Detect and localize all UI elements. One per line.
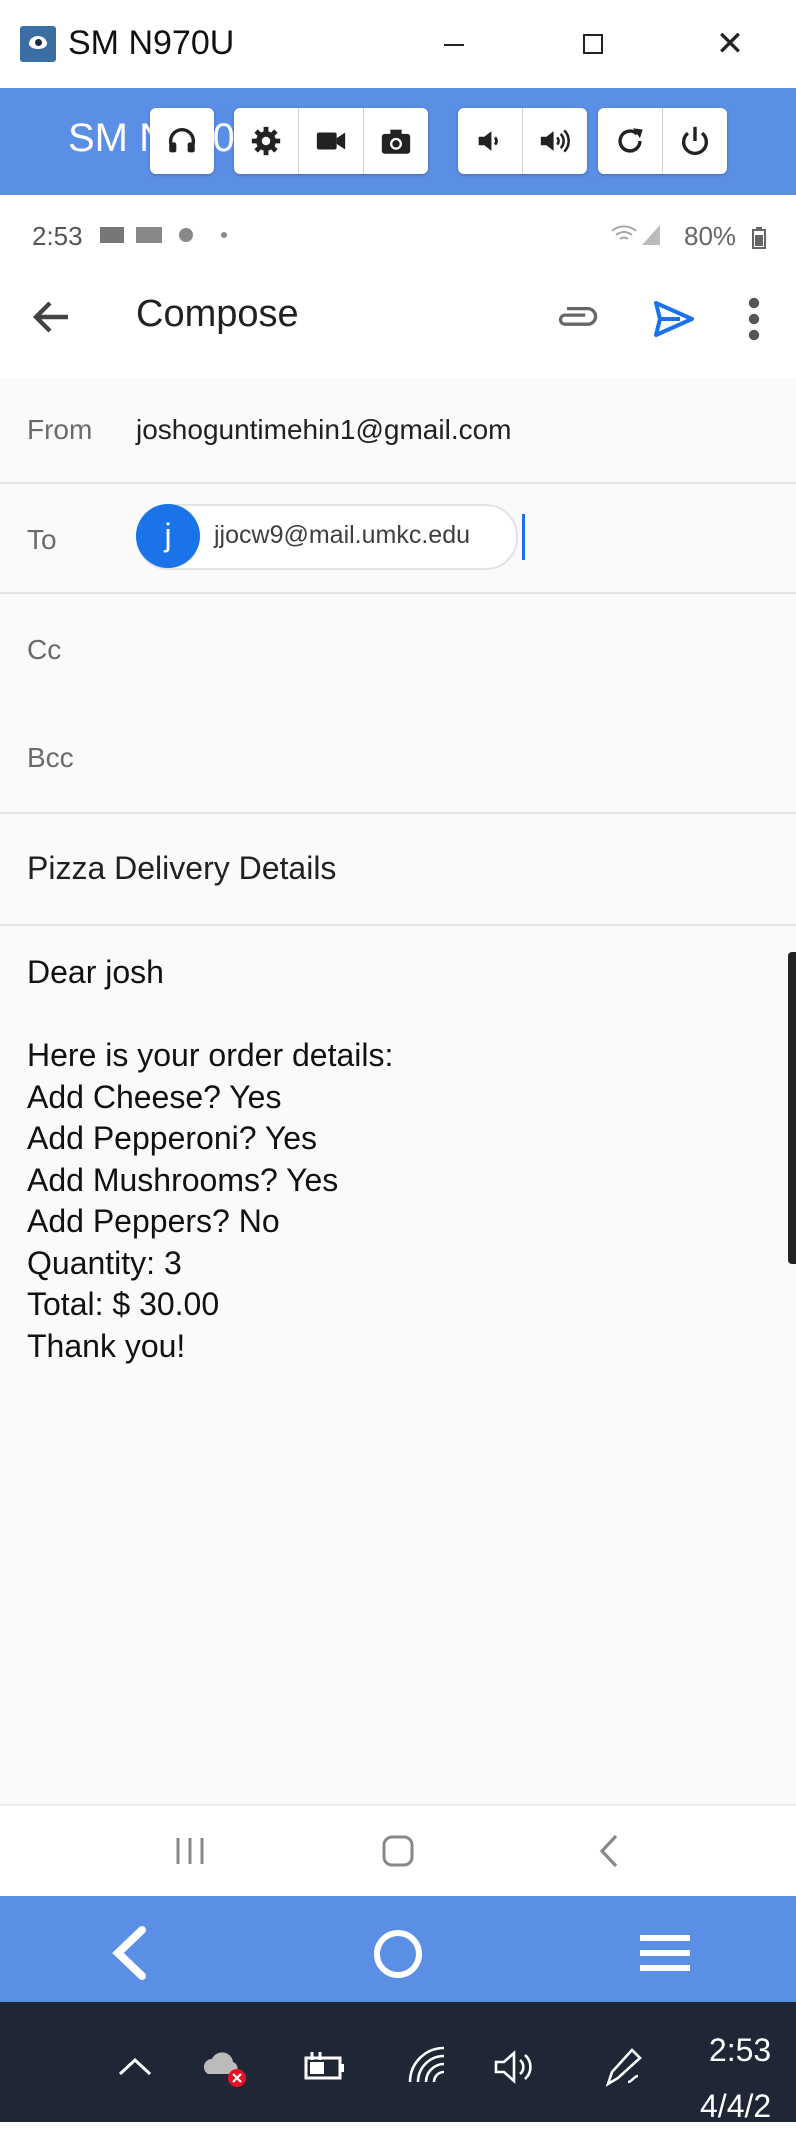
maximize-button[interactable] [560, 12, 624, 76]
avatar: j [136, 504, 200, 568]
to-label: To [27, 524, 57, 555]
send-icon[interactable] [650, 295, 698, 343]
battery-level: 80% [684, 221, 737, 251]
menu-icon[interactable] [630, 1924, 700, 1982]
body-line: Add Mushrooms? Yes [27, 1161, 339, 1198]
window-title: SM N970U [68, 24, 235, 62]
chevron-left-icon[interactable] [96, 1924, 166, 1982]
body-line [27, 994, 393, 1036]
subject-text: Pizza Delivery Details [27, 850, 337, 886]
body-line: Quantity: 3 [27, 1244, 182, 1281]
system-group [598, 108, 727, 174]
wifi-icon[interactable] [402, 2042, 452, 2092]
windows-taskbar: 2:53 4/4/2 [0, 2002, 796, 2124]
phone-status-bar: 2:53 80% [0, 197, 796, 283]
edge-panel-handle[interactable] [788, 952, 796, 1264]
camera-icon [381, 129, 411, 154]
power-button[interactable] [663, 108, 727, 174]
cc-field[interactable]: Cc [0, 594, 796, 702]
message-body[interactable]: Dear josh Here is your order details: Ad… [0, 926, 796, 1804]
video-camera-icon [316, 132, 346, 150]
body-line: Here is your order details: [27, 1037, 394, 1073]
power-icon [682, 126, 708, 156]
status-time: 2:53 [32, 221, 83, 251]
headphones-button[interactable] [150, 108, 214, 174]
rotate-button[interactable] [598, 108, 663, 174]
body-line: Add Pepperoni? Yes [27, 1120, 318, 1156]
device-toolbar: SM N970U [0, 88, 796, 195]
volume-up-icon [540, 129, 570, 153]
body-line: Thank you! [27, 1327, 186, 1364]
volume-up-button[interactable] [523, 108, 587, 174]
chevron-up-icon[interactable] [110, 2042, 160, 2092]
battery-icon [752, 227, 766, 249]
body-line: Add Peppers? No [27, 1203, 280, 1239]
subject-field[interactable]: Pizza Delivery Details [0, 814, 796, 924]
battery-charging-icon[interactable] [300, 2042, 350, 2092]
from-field[interactable]: From joshoguntimehin1@gmail.com [0, 378, 796, 482]
volume-down-button[interactable] [458, 108, 523, 174]
from-label: From [27, 414, 93, 445]
capture-group [234, 108, 428, 174]
window-title-bar: SM N970U ✕ [0, 0, 796, 88]
volume-group [458, 108, 587, 174]
record-button[interactable] [299, 108, 364, 174]
taskbar-clock[interactable]: 2:53 4/4/2 [700, 2022, 771, 2134]
home-circle-icon[interactable] [363, 1924, 433, 1982]
pen-icon[interactable] [598, 2042, 648, 2092]
onedrive-error-icon[interactable] [200, 2042, 250, 2092]
volume-down-icon [478, 131, 498, 151]
to-field[interactable]: To j jjocw9@mail.umkc.edu [0, 484, 796, 592]
recipient-chip[interactable]: j jjocw9@mail.umkc.edu [136, 504, 518, 570]
cc-label: Cc [27, 634, 62, 665]
clock-time: 2:53 [708, 2032, 772, 2068]
minimize-button[interactable] [422, 12, 486, 76]
close-button[interactable]: ✕ [698, 12, 762, 76]
speaker-icon[interactable] [490, 2042, 540, 2092]
from-value: joshoguntimehin1@gmail.com [136, 414, 512, 445]
rotate-icon [618, 128, 643, 153]
home-icon[interactable] [368, 1826, 428, 1876]
settings-button[interactable] [234, 108, 299, 174]
notification-icon [100, 227, 227, 243]
screenshot-button[interactable] [364, 108, 428, 174]
bcc-field[interactable]: Bcc [0, 702, 796, 812]
compose-app-bar: Compose [0, 283, 796, 355]
recipient-address: jjocw9@mail.umkc.edu [214, 521, 471, 549]
more-options-icon[interactable] [742, 295, 766, 343]
android-nav-bar [0, 1804, 796, 1896]
body-text: Dear josh Here is your order details: Ad… [27, 952, 393, 1367]
attach-icon[interactable] [556, 297, 604, 341]
body-line: Add Cheese? Yes [27, 1078, 282, 1115]
clock-date: 4/4/2 [700, 2088, 772, 2124]
audio-group [150, 108, 214, 174]
headphones-icon [168, 128, 196, 153]
recent-apps-icon[interactable] [160, 1826, 220, 1876]
gear-icon [251, 126, 281, 156]
compose-title: Compose [136, 293, 299, 335]
signal-icon [610, 221, 670, 254]
bcc-label: Bcc [27, 742, 74, 773]
notification-icons [100, 223, 250, 255]
text-cursor [522, 514, 525, 560]
back-arrow-icon[interactable] [28, 293, 76, 341]
back-icon[interactable] [580, 1826, 640, 1876]
control-bar [0, 1896, 796, 2002]
app-logo-icon [20, 26, 56, 62]
body-line: Total: $ 30.00 [27, 1286, 220, 1322]
body-line: Dear josh [27, 954, 164, 990]
